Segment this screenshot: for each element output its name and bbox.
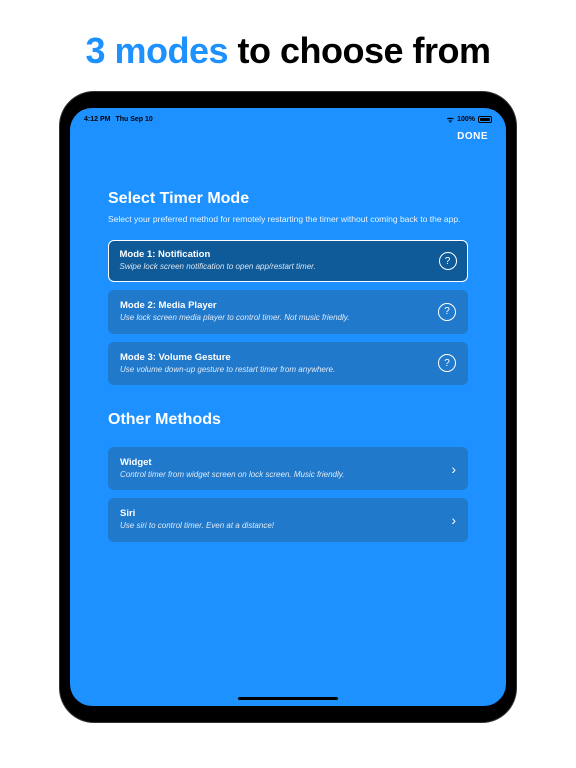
battery-icon (478, 116, 492, 123)
mode-option-desc: Use volume down-up gesture to restart ti… (120, 365, 430, 375)
other-method-title: Widget (120, 457, 443, 468)
help-icon[interactable]: ? (438, 354, 456, 372)
page-headline: 3 modes to choose from (0, 0, 576, 92)
mode-option-title: Mode 1: Notification (120, 249, 431, 260)
help-icon[interactable]: ? (438, 303, 456, 321)
chevron-right-icon: › (451, 461, 456, 477)
status-time: 4:12 PM (84, 116, 110, 123)
mode-option-volume-gesture[interactable]: Mode 3: Volume Gesture Use volume down-u… (108, 342, 468, 385)
other-method-desc: Use siri to control timer. Even at a dis… (120, 521, 443, 531)
mode-option-text: Mode 3: Volume Gesture Use volume down-u… (120, 352, 438, 375)
mode-option-title: Mode 2: Media Player (120, 300, 430, 311)
status-right: ᯤ 100% (447, 114, 492, 125)
help-icon[interactable]: ? (439, 252, 457, 270)
other-method-desc: Control timer from widget screen on lock… (120, 470, 443, 480)
status-bar: 4:12 PM Thu Sep 10 ᯤ 100% (70, 108, 506, 127)
other-methods-section: Other Methods Widget Control timer from … (108, 411, 468, 542)
other-method-siri[interactable]: Siri Use siri to control timer. Even at … (108, 498, 468, 541)
tablet-screen: 4:12 PM Thu Sep 10 ᯤ 100% DONE Select Ti… (70, 108, 506, 706)
wifi-icon: ᯤ (447, 114, 454, 125)
main-content: Select Timer Mode Select your preferred … (70, 142, 506, 542)
mode-option-desc: Swipe lock screen notification to open a… (120, 262, 431, 272)
done-button[interactable]: DONE (457, 131, 488, 142)
mode-option-text: Mode 2: Media Player Use lock screen med… (120, 300, 438, 323)
timer-mode-subtitle: Select your preferred method for remotel… (108, 214, 468, 226)
timer-mode-title: Select Timer Mode (108, 190, 468, 208)
other-method-widget[interactable]: Widget Control timer from widget screen … (108, 447, 468, 490)
other-method-title: Siri (120, 508, 443, 519)
device-frame: 4:12 PM Thu Sep 10 ᯤ 100% DONE Select Ti… (0, 92, 576, 722)
mode-option-notification[interactable]: Mode 1: Notification Swipe lock screen n… (108, 240, 468, 282)
other-method-text: Siri Use siri to control timer. Even at … (120, 508, 451, 531)
nav-bar: DONE (70, 127, 506, 142)
other-methods-title: Other Methods (108, 411, 468, 429)
tablet-bezel: 4:12 PM Thu Sep 10 ᯤ 100% DONE Select Ti… (60, 92, 516, 722)
mode-option-media-player[interactable]: Mode 2: Media Player Use lock screen med… (108, 290, 468, 333)
headline-accent: 3 modes (85, 30, 228, 71)
battery-percent: 100% (457, 116, 475, 123)
mode-option-text: Mode 1: Notification Swipe lock screen n… (120, 249, 439, 272)
status-date: Thu Sep 10 (115, 116, 152, 123)
home-indicator (238, 697, 338, 700)
status-left: 4:12 PM Thu Sep 10 (84, 116, 153, 123)
headline-rest: to choose from (228, 30, 491, 71)
mode-option-title: Mode 3: Volume Gesture (120, 352, 430, 363)
other-method-text: Widget Control timer from widget screen … (120, 457, 451, 480)
chevron-right-icon: › (451, 512, 456, 528)
mode-option-desc: Use lock screen media player to control … (120, 313, 430, 323)
